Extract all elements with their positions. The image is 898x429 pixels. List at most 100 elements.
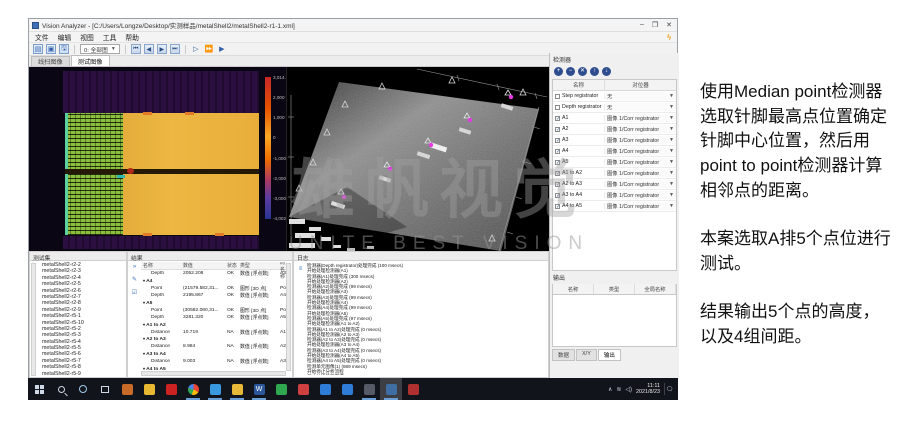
detector-row[interactable]: A2 图像 1/Corr registrator ▼ (553, 124, 676, 135)
save-button[interactable]: 🖫 (59, 44, 69, 54)
network-icon[interactable]: ≋ (616, 386, 621, 393)
taskbar-app-icon[interactable] (402, 378, 424, 400)
menu-item[interactable]: 文件 (35, 32, 49, 42)
registrator-dropdown[interactable]: 图像 1/Corr registrator ▼ (605, 136, 676, 144)
detector-row[interactable]: A4 图像 1/Corr registrator ▼ (553, 146, 676, 157)
detector-checkbox[interactable] (555, 193, 560, 198)
taskbar-app-icon[interactable] (116, 378, 138, 400)
menu-item[interactable]: 帮助 (125, 32, 139, 42)
test-list-scrollbar[interactable] (31, 263, 36, 376)
result-row[interactable]: Distance 9.003 NA 数值 [浮点数] A3A4 (141, 358, 286, 365)
detector-checkbox[interactable] (555, 138, 560, 143)
results-h-scrollbar[interactable] (141, 371, 286, 376)
prev-image-button[interactable]: ◀ (144, 44, 154, 54)
detector-toolbar-button[interactable]: ✕ (578, 67, 587, 76)
registrator-dropdown[interactable]: 图像 1/Corr registrator ▼ (605, 125, 676, 133)
open-file-button[interactable]: ▣ (46, 44, 56, 54)
detector-checkbox[interactable] (555, 160, 560, 165)
image-tab[interactable]: 线扫图像 (31, 56, 70, 66)
taskbar-app-icon[interactable] (160, 378, 182, 400)
detector-row[interactable]: A4 to A5 图像 1/Corr registrator ▼ (553, 201, 676, 212)
detector-toolbar-button[interactable]: ↑ (590, 67, 599, 76)
taskbar-clock[interactable]: 11:11 2021/8/23 (636, 383, 660, 396)
detector-checkbox[interactable] (555, 149, 560, 154)
check-icon[interactable]: ☑ (132, 289, 137, 296)
detector-toolbar-button[interactable]: − (566, 67, 575, 76)
detector-row[interactable]: Depth registrator 无 ▼ (553, 102, 676, 113)
test-list-item[interactable]: metalShell2-r5-9 (38, 371, 125, 376)
run-all-button[interactable]: ⏩ (204, 44, 214, 54)
detector-row[interactable]: A2 to A3 图像 1/Corr registrator ▼ (553, 179, 676, 190)
taskbar-app-icon[interactable] (358, 378, 380, 400)
detector-checkbox[interactable] (555, 105, 560, 110)
detector-row[interactable]: A5 图像 1/Corr registrator ▼ (553, 157, 676, 168)
depth-heatmap-view[interactable]: 3,014.32,0001,0000-1,000-2,000-3,000-4,0… (29, 67, 286, 251)
image-tab[interactable]: 测试图像 (71, 55, 110, 66)
detector-checkbox[interactable] (555, 182, 560, 187)
result-row[interactable]: Point (30582.080,31... OK 图形 [3D 点] Poin… (141, 306, 286, 313)
taskbar-app-icon[interactable]: W (248, 378, 270, 400)
taskbar-app-icon[interactable] (314, 378, 336, 400)
registrator-dropdown[interactable]: 图像 1/Corr registrator ▼ (605, 147, 676, 155)
next-image-button[interactable]: ▶ (157, 44, 167, 54)
run-icon[interactable]: » (133, 264, 136, 270)
close-button[interactable]: ✕ (666, 21, 672, 29)
title-bar[interactable]: Vision Analyzer - [C:/Users/Longze/Deskt… (29, 19, 677, 32)
detector-checkbox[interactable] (555, 127, 560, 132)
result-row[interactable]: Distance 10.719 NA 数值 [浮点数] A1A2 (141, 328, 286, 335)
result-row[interactable]: A2 to A3 (141, 336, 286, 343)
result-row[interactable]: Point (21579.582,31... OK 图形 [3D 点] Poin… (141, 285, 286, 292)
detector-row[interactable]: Step registrator 无 ▼ (553, 91, 676, 102)
registrator-dropdown[interactable]: 图像 1/Corr registrator ▼ (605, 191, 676, 199)
panel-tab[interactable]: 数据 (552, 349, 575, 361)
detector-checkbox[interactable] (555, 171, 560, 176)
taskbar-app-icon[interactable] (182, 378, 204, 400)
run-continuous-button[interactable]: ▶ (217, 44, 227, 54)
maximize-button[interactable]: ❐ (652, 21, 658, 29)
result-row[interactable]: Depth 3281.320 OK 数值 [浮点数] A5H (141, 314, 286, 321)
results-scrollbar[interactable] (286, 263, 291, 371)
registrator-dropdown[interactable]: 图像 1/Corr registrator ▼ (605, 114, 676, 122)
result-row[interactable]: Depth 2052.208 OK 数值 [浮点数] A3H (141, 270, 286, 277)
chevron-up-icon[interactable]: ∧ (608, 386, 612, 393)
volume-icon[interactable]: ◁) (625, 386, 632, 393)
registrator-dropdown[interactable]: 图像 1/Corr registrator ▼ (605, 202, 676, 210)
result-row[interactable]: A1 to A2 (141, 321, 286, 328)
search-icon[interactable] (50, 378, 72, 400)
detector-toolbar-button[interactable]: ↓ (602, 67, 611, 76)
task-view-icon[interactable] (94, 378, 116, 400)
detector-row[interactable]: A1 to A2 图像 1/Corr registrator ▼ (553, 168, 676, 179)
detector-toolbar-button[interactable]: + (554, 67, 563, 76)
detector-row[interactable]: A3 to A4 图像 1/Corr registrator ▼ (553, 190, 676, 201)
detector-checkbox[interactable] (555, 94, 560, 99)
detector-row[interactable]: A3 图像 1/Corr registrator ▼ (553, 135, 676, 146)
panel-tab[interactable]: 输出 (598, 349, 621, 361)
taskbar-app-icon[interactable] (336, 378, 358, 400)
taskbar-app-icon[interactable] (226, 378, 248, 400)
lightning-icon[interactable]: ϟ (667, 33, 671, 42)
detector-checkbox[interactable] (555, 204, 560, 209)
clear-log-icon[interactable]: ≡ (299, 266, 303, 272)
registrator-dropdown[interactable]: 无 ▼ (605, 103, 676, 111)
taskbar-app-icon[interactable] (380, 378, 402, 400)
result-row[interactable]: Distance 8.984 NA 数值 [浮点数] A2A3 (141, 343, 286, 350)
last-image-button[interactable]: ⏭ (170, 44, 180, 54)
registrator-dropdown[interactable]: 图像 1/Corr registrator ▼ (605, 158, 676, 166)
new-file-button[interactable]: ▤ (33, 44, 43, 54)
result-row[interactable]: A3 to A4 (141, 350, 286, 357)
cortana-icon[interactable] (72, 378, 94, 400)
taskbar-app-icon[interactable] (292, 378, 314, 400)
minimize-button[interactable]: – (640, 21, 644, 29)
taskbar-app-icon[interactable] (204, 378, 226, 400)
menu-item[interactable]: 视图 (80, 32, 94, 42)
result-row[interactable]: A5 (141, 299, 286, 306)
taskbar-app-icon[interactable] (138, 378, 160, 400)
menu-item[interactable]: 工具 (103, 32, 117, 42)
pointcloud-3d-view[interactable] (286, 67, 549, 251)
first-image-button[interactable]: ⏮ (131, 44, 141, 54)
edit-icon[interactable]: ✎ (132, 276, 137, 283)
result-row[interactable]: Depth 2195.867 OK 数值 [浮点数] A4H (141, 292, 286, 299)
panel-tab[interactable]: X/Y (576, 349, 597, 361)
detector-checkbox[interactable] (555, 116, 560, 121)
view-select-dropdown[interactable]: 0: 全部图 ▼ (80, 44, 120, 54)
